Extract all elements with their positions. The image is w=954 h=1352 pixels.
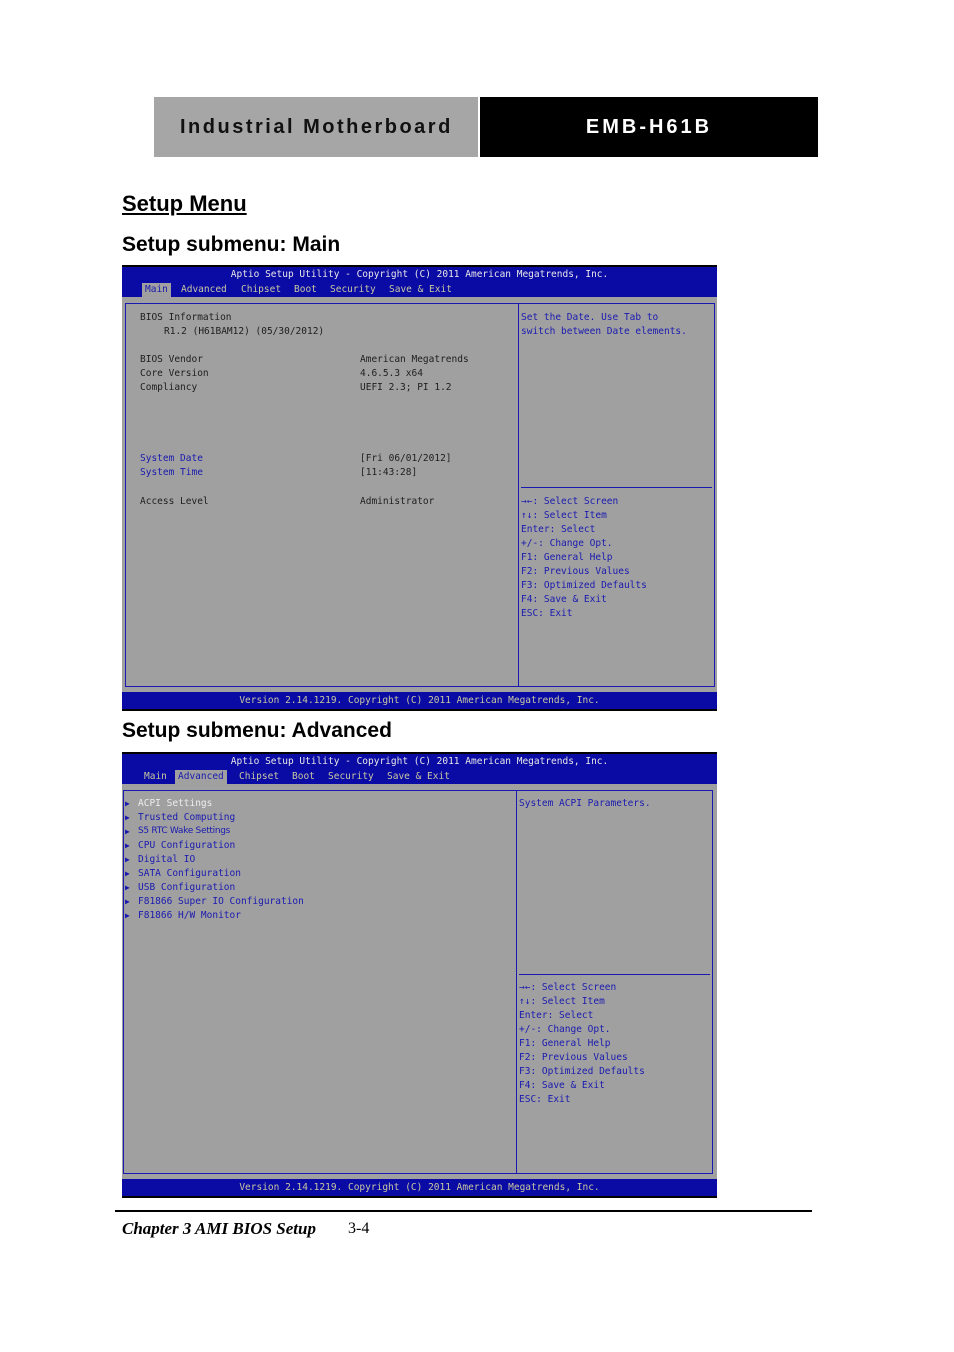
- submenu-arrow-icon: ▶: [125, 827, 130, 836]
- key-hint: F2: Previous Values: [519, 1052, 628, 1063]
- bios-tabs: Main Advanced Chipset Boot Security Save…: [122, 282, 717, 297]
- key-hint: Enter: Select: [519, 1010, 594, 1021]
- system-time-label[interactable]: System Time: [140, 467, 203, 478]
- core-version-value: 4.6.5.3 x64: [360, 368, 423, 379]
- menu-item-digital-io[interactable]: Digital IO: [138, 854, 195, 865]
- key-hint: +/-: Change Opt.: [521, 538, 613, 549]
- help-divider: [519, 974, 710, 975]
- tab-advanced[interactable]: Advanced: [175, 770, 227, 784]
- key-hint: ESC: Exit: [519, 1094, 571, 1105]
- core-version-label: Core Version: [140, 368, 209, 379]
- key-hint: ESC: Exit: [521, 608, 573, 619]
- section-title: Setup Menu: [122, 191, 247, 216]
- bios-title: Aptio Setup Utility - Copyright (C) 2011…: [122, 267, 717, 282]
- tab-boot[interactable]: Boot: [289, 770, 318, 784]
- tab-security[interactable]: Security: [325, 770, 377, 784]
- menu-item-super-io-config[interactable]: F81866 Super IO Configuration: [138, 896, 304, 907]
- key-hint: F3: Optimized Defaults: [519, 1066, 645, 1077]
- tab-advanced[interactable]: Advanced: [178, 283, 230, 297]
- tab-chipset[interactable]: Chipset: [238, 283, 284, 297]
- help-divider: [521, 487, 712, 488]
- submenu-arrow-icon: ▶: [125, 855, 130, 864]
- bios-title: Aptio Setup Utility - Copyright (C) 2011…: [122, 754, 717, 769]
- system-date-label[interactable]: System Date: [140, 453, 203, 464]
- bios-tabs: Main Advanced Chipset Boot Security Save…: [122, 769, 717, 784]
- menu-item-hw-monitor[interactable]: F81866 H/W Monitor: [138, 910, 241, 921]
- compliancy-label: Compliancy: [140, 382, 198, 393]
- submenu-arrow-icon: ▶: [125, 911, 130, 920]
- key-hint: +/-: Change Opt.: [519, 1024, 611, 1035]
- tab-main[interactable]: Main: [142, 283, 171, 297]
- submenu-arrow-icon: ▶: [125, 841, 130, 850]
- tab-chipset[interactable]: Chipset: [236, 770, 282, 784]
- key-hint: F1: General Help: [521, 552, 613, 563]
- bios-footer: Version 2.14.1219. Copyright (C) 2011 Am…: [122, 1179, 717, 1196]
- key-hint: F1: General Help: [519, 1038, 611, 1049]
- chapter-label: Chapter 3 AMI BIOS Setup: [122, 1219, 316, 1238]
- bios-screenshot-main: Aptio Setup Utility - Copyright (C) 2011…: [122, 265, 717, 711]
- bios-vendor-value: American Megatrends: [360, 354, 469, 365]
- bios-left-panel: BIOS Information R1.2 (H61BAM12) (05/30/…: [125, 303, 519, 687]
- submenu-arrow-icon: ▶: [125, 813, 130, 822]
- key-hint: Enter: Select: [521, 524, 596, 535]
- key-hint: F4: Save & Exit: [519, 1080, 605, 1091]
- bios-footer: Version 2.14.1219. Copyright (C) 2011 Am…: [122, 692, 717, 709]
- bios-info-label: BIOS Information: [140, 312, 232, 323]
- menu-item-acpi-settings[interactable]: ACPI Settings: [138, 798, 212, 809]
- tab-save-exit[interactable]: Save & Exit: [386, 283, 455, 297]
- tab-security[interactable]: Security: [327, 283, 379, 297]
- key-hint: →←: Select Screen: [521, 496, 619, 507]
- bios-help-panel: System ACPI Parameters. →←: Select Scree…: [516, 790, 713, 1174]
- help-text: System ACPI Parameters.: [519, 798, 651, 809]
- advanced-submenu-title: Setup submenu: Advanced: [122, 719, 392, 742]
- key-hint: F2: Previous Values: [521, 566, 630, 577]
- main-submenu-title: Setup submenu: Main: [122, 233, 341, 256]
- menu-item-s5-rtc-wake[interactable]: S5 RTC Wake Settings: [138, 826, 230, 836]
- key-hint: ↑↓: Select Item: [519, 996, 605, 1007]
- access-level-value: Administrator: [360, 496, 435, 507]
- bios-help-panel: Set the Date. Use Tab to switch between …: [518, 303, 715, 687]
- tab-save-exit[interactable]: Save & Exit: [384, 770, 453, 784]
- submenu-arrow-icon: ▶: [125, 799, 130, 808]
- bios-left-panel: ▶ ACPI Settings ▶ Trusted Computing ▶ S5…: [123, 790, 517, 1174]
- menu-item-sata-config[interactable]: SATA Configuration: [138, 868, 241, 879]
- help-text-line: Set the Date. Use Tab to: [521, 312, 659, 323]
- key-hint: F3: Optimized Defaults: [521, 580, 647, 591]
- bios-screenshot-advanced: Aptio Setup Utility - Copyright (C) 2011…: [122, 752, 717, 1198]
- menu-item-trusted-computing[interactable]: Trusted Computing: [138, 812, 235, 823]
- system-time-value[interactable]: [11:43:28]: [360, 467, 417, 478]
- compliancy-value: UEFI 2.3; PI 1.2: [360, 382, 452, 393]
- bios-info-value: R1.2 (H61BAM12) (05/30/2012): [164, 326, 325, 337]
- tab-main[interactable]: Main: [141, 770, 170, 784]
- key-hint: F4: Save & Exit: [521, 594, 607, 605]
- system-date-value[interactable]: [Fri 06/01/2012]: [360, 453, 452, 464]
- document-page: Industrial Motherboard EMB-H61B Setup Me…: [0, 0, 954, 1352]
- submenu-arrow-icon: ▶: [125, 897, 130, 906]
- tab-boot[interactable]: Boot: [291, 283, 320, 297]
- submenu-arrow-icon: ▶: [125, 883, 130, 892]
- menu-item-usb-config[interactable]: USB Configuration: [138, 882, 235, 893]
- key-hint: →←: Select Screen: [519, 982, 617, 993]
- footer-divider: [115, 1210, 812, 1212]
- header-product-category: Industrial Motherboard: [154, 97, 478, 157]
- submenu-arrow-icon: ▶: [125, 869, 130, 878]
- key-hint: ↑↓: Select Item: [521, 510, 607, 521]
- page-number: 3-4: [348, 1220, 370, 1237]
- bios-vendor-label: BIOS Vendor: [140, 354, 203, 365]
- menu-item-cpu-config[interactable]: CPU Configuration: [138, 840, 235, 851]
- header-model: EMB-H61B: [480, 97, 818, 157]
- access-level-label: Access Level: [140, 496, 209, 507]
- help-text-line: switch between Date elements.: [521, 326, 687, 337]
